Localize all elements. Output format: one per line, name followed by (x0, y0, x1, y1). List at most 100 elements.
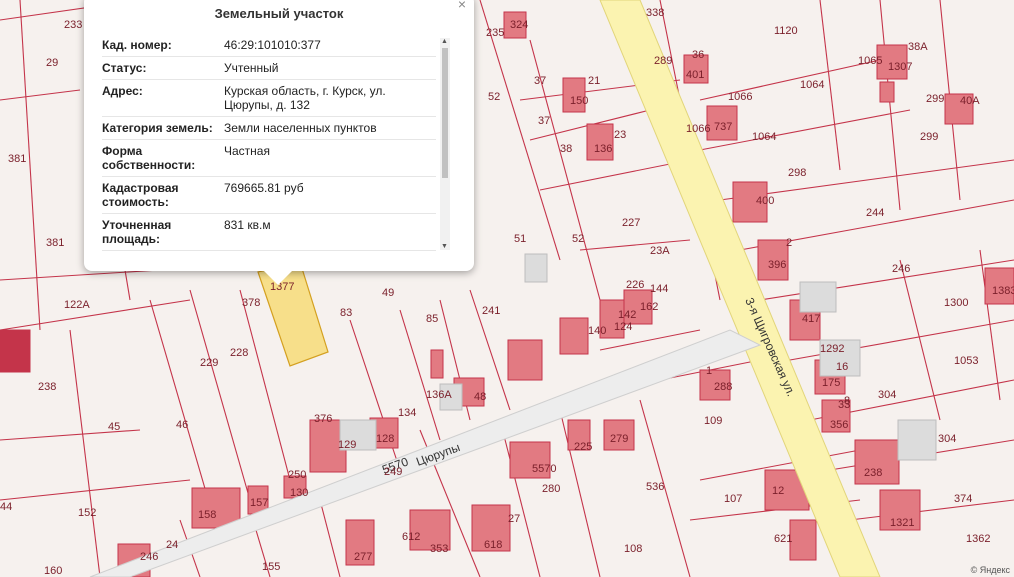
popup-row-key: Категория земель: (102, 121, 213, 135)
parcel-number-label: 24 (166, 539, 178, 551)
parcel-number-label: 1064 (752, 131, 776, 143)
popup-row-value: 831 кв.м (224, 218, 271, 232)
parcel-number-label: 2 (786, 237, 792, 249)
parcel-number-label: 226 (626, 279, 644, 291)
popup-row-value: Курская область, г. Курск, ул. Цюрупы, д… (224, 84, 386, 112)
parcel-number-label: 52 (488, 91, 500, 103)
parcel-number-label: 140 (588, 325, 606, 337)
parcel-number-label: 38 (560, 143, 572, 155)
parcel-number-label: 396 (768, 259, 786, 271)
parcel-number-label: 1120 (774, 25, 798, 37)
parcel-number-label: 136А (426, 389, 452, 401)
scroll-up-icon[interactable]: ▲ (441, 38, 448, 45)
parcel-number-label: 130 (290, 487, 308, 499)
parcel-number-label: 374 (954, 493, 972, 505)
parcel-number-label: 1064 (800, 79, 824, 91)
parcel-number-label: 124 (614, 321, 632, 333)
parcel-number-label: 37 (534, 75, 546, 87)
parcel-number-label: 250 (288, 469, 306, 481)
parcel-number-label: 29 (46, 57, 58, 69)
parcel-number-label: 618 (484, 539, 502, 551)
parcel-number-label: 621 (774, 533, 792, 545)
parcel-number-label: 233 (64, 19, 82, 31)
parcel-number-label: 417 (802, 313, 820, 325)
popup-rows: Кад. номер: 46:29:101010:377 Статус: Учтенн… (102, 34, 436, 252)
parcel-number-label: 1300 (944, 297, 968, 309)
parcel-number-label: 225 (574, 441, 592, 453)
parcel-number-label: 1321 (890, 517, 914, 529)
popup-title: Земельный участок (214, 6, 344, 21)
parcel-number-label: 155 (262, 561, 280, 573)
parcel-number-label: 1066 (686, 123, 710, 135)
parcel-number-label: 381 (46, 237, 64, 249)
parcel-number-label: 228 (230, 347, 248, 359)
parcel-number-label: 129 (338, 439, 356, 451)
parcel-number-label: 238 (38, 381, 56, 393)
scroll-thumb[interactable] (442, 48, 448, 178)
parcel-number-label: 49 (382, 287, 394, 299)
parcel-number-label: 288 (714, 381, 732, 393)
parcel-number-label: 23А (650, 245, 670, 257)
popup-row-key: Статус: (102, 61, 147, 75)
close-icon[interactable]: × (458, 0, 466, 12)
popup-row: Адрес: Курская область, г. Курск, ул. Цюр… (102, 80, 436, 117)
scroll-down-icon[interactable]: ▼ (441, 243, 448, 250)
parcel-number-label: 1065 (858, 55, 882, 67)
parcel-number-label: 353 (430, 543, 448, 555)
parcel-number-label: 304 (878, 389, 896, 401)
parcel-number-label: 241 (482, 305, 500, 317)
parcel-number-label: 48 (474, 391, 486, 403)
parcel-number-label: 37 (538, 115, 550, 127)
parcel-number-label: 40А (960, 95, 980, 107)
parcel-number-label: 162 (640, 301, 658, 313)
map-attribution: © Яндекс (970, 565, 1010, 575)
parcel-number-label: 51 (514, 233, 526, 245)
parcel-number-label: 401 (686, 69, 704, 81)
parcel-number-label: 175 (822, 377, 840, 389)
popup-row: Кад. номер: 46:29:101010:377 (102, 34, 436, 57)
parcel-number-label: 12 (772, 485, 784, 497)
parcel-info-popup[interactable]: Земельный участок × Кад. номер: 46:29:101… (84, 0, 474, 285)
popup-row-key: Уточненная площадь: (102, 218, 172, 246)
parcel-number-label: 356 (830, 419, 848, 431)
parcel-number-label: 158 (198, 509, 216, 521)
parcel-number-label: 38А (908, 41, 928, 53)
parcel-number-label: 299 (920, 131, 938, 143)
popup-row: Категория земель: Земли населенных пункто… (102, 117, 436, 140)
popup-row-value: Учтенный (224, 61, 279, 75)
popup-scrollbar[interactable]: ▲ ▼ (440, 38, 450, 250)
parcel-number-label: 304 (938, 433, 956, 445)
parcel-number-label: 249 (384, 466, 402, 478)
parcel-number-label: 376 (314, 413, 332, 425)
parcel-number-label: 298 (788, 167, 806, 179)
popup-row: Кадастровая стоимость: 769665.81 руб (102, 177, 436, 214)
parcel-number-label: 152 (78, 507, 96, 519)
parcel-number-label: 136 (594, 143, 612, 155)
parcel-number-label: 277 (354, 551, 372, 563)
parcel-number-label: 338 (646, 7, 664, 19)
parcel-number-label: 21 (588, 75, 600, 87)
popup-row-value: 769665.81 руб (224, 181, 304, 195)
parcel-number-label: 536 (646, 481, 664, 493)
popup-row-key: Кад. номер: (102, 38, 172, 52)
parcel-number-label: 238 (864, 467, 882, 479)
parcel-number-label: 280 (542, 483, 560, 495)
popup-row-value: 46:29:101010:377 (224, 38, 321, 52)
parcel-number-label: 289 (654, 55, 672, 67)
popup-row-key: Кадастровая стоимость: (102, 181, 179, 209)
parcel-number-label: 108 (624, 543, 642, 555)
parcel-number-label: 227 (622, 217, 640, 229)
popup-row-key: Форма собственности: (102, 144, 196, 172)
parcel-number-label: 612 (402, 531, 420, 543)
parcel-number-label: 46 (176, 419, 188, 431)
parcel-number-label: 8 (844, 395, 850, 407)
parcel-number-label: 16 (836, 361, 848, 373)
parcel-number-label: 1307 (888, 61, 912, 73)
parcel-number-label: 160 (44, 565, 62, 577)
parcel-number-label: 299 (926, 93, 944, 105)
parcel-number-label: 235 (486, 27, 504, 39)
parcel-number-label: 279 (610, 433, 628, 445)
parcel-number-label: 229 (200, 357, 218, 369)
parcel-number-label: 144 (650, 283, 668, 295)
popup-row-value: Частная (224, 144, 270, 158)
